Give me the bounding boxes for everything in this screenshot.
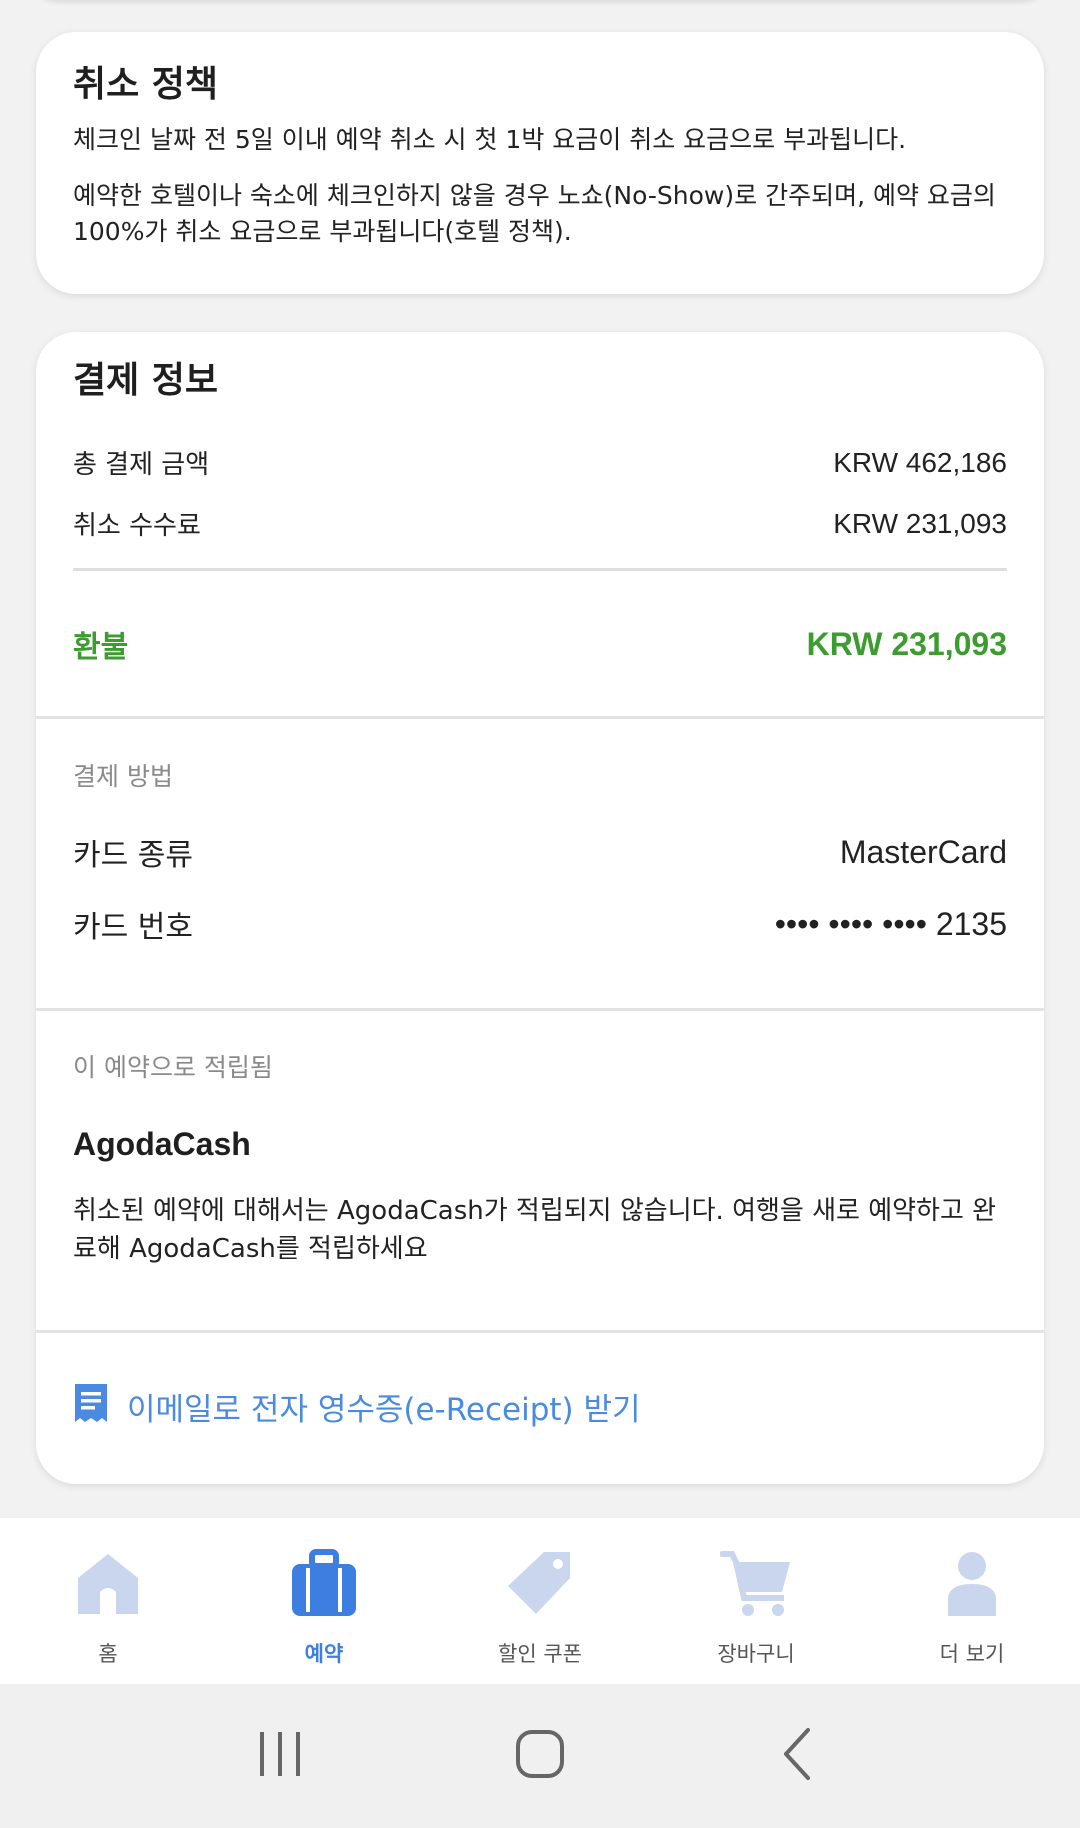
home-button[interactable] — [510, 1724, 570, 1788]
card-number-value: •••• •••• •••• 2135 — [774, 905, 1007, 942]
receipt-icon — [73, 1382, 109, 1430]
nav-item-home[interactable]: 홈 — [0, 1518, 216, 1684]
tag-icon — [504, 1548, 576, 1624]
total-payment-label: 총 결제 금액 — [73, 450, 210, 480]
payment-info-title: 결제 정보 — [73, 360, 219, 401]
system-navigation-bar — [0, 1684, 1080, 1828]
email-receipt-link[interactable]: 이메일로 전자 영수증(e-Receipt) 받기 — [73, 1382, 641, 1430]
nav-label-home: 홈 — [98, 1642, 118, 1666]
card-number-row: 카드 번호 •••• •••• •••• 2135 — [73, 902, 1007, 946]
nav-item-more[interactable]: 더 보기 — [864, 1518, 1080, 1684]
nav-label-coupons: 할인 쿠폰 — [498, 1642, 582, 1666]
section-divider — [36, 716, 1044, 719]
payment-method-section-label: 결제 방법 — [73, 762, 173, 791]
divider — [73, 568, 1007, 571]
cancellation-fee-label: 취소 수수료 — [73, 511, 201, 541]
suitcase-icon — [288, 1548, 360, 1624]
section-divider — [36, 1008, 1044, 1011]
bottom-navigation: 홈 예약 할인 쿠폰 장바구니 더 보기 — [0, 1518, 1080, 1684]
nav-item-bookings[interactable]: 예약 — [216, 1518, 432, 1684]
card-type-label: 카드 종류 — [73, 838, 193, 873]
home-icon — [72, 1548, 144, 1624]
cancellation-fee-value: KRW 231,093 — [833, 507, 1007, 539]
section-divider — [36, 1330, 1044, 1333]
policy-text-first-night: 체크인 날짜 전 5일 이내 예약 취소 시 첫 1박 요금이 취소 요금으로 … — [73, 125, 907, 154]
nav-item-cart[interactable]: 장바구니 — [648, 1518, 864, 1684]
back-button[interactable] — [770, 1724, 830, 1788]
agodacash-title: AgodaCash — [73, 1126, 251, 1162]
nav-label-more: 더 보기 — [939, 1642, 1005, 1666]
person-icon — [936, 1548, 1008, 1624]
refund-row: 환불 KRW 231,093 — [73, 622, 1007, 666]
total-payment-value: KRW 462,186 — [833, 446, 1007, 478]
earned-section-label: 이 예약으로 적립됨 — [73, 1053, 273, 1082]
nav-label-bookings: 예약 — [304, 1642, 344, 1666]
cart-icon — [719, 1548, 792, 1624]
policy-text-no-show: 예약한 호텔이나 숙소에 체크인하지 않을 경우 노쇼(No-Show)로 간주… — [73, 181, 996, 246]
total-payment-row: 총 결제 금액 KRW 462,186 — [73, 444, 1007, 481]
card-number-label: 카드 번호 — [73, 910, 193, 945]
card-type-row: 카드 종류 MasterCard — [73, 830, 1007, 874]
email-receipt-label: 이메일로 전자 영수증(e-Receipt) 받기 — [127, 1391, 641, 1428]
agodacash-description: 취소된 예약에 대해서는 AgodaCash가 적립되지 않습니다. 여행을 새… — [73, 1196, 997, 1264]
nav-label-cart: 장바구니 — [717, 1642, 795, 1666]
card-type-value: MasterCard — [839, 833, 1007, 870]
cancellation-policy-card: 취소 정책 체크인 날짜 전 5일 이내 예약 취소 시 첫 1박 요금이 취소… — [36, 32, 1044, 294]
cancellation-policy-title: 취소 정책 — [73, 64, 219, 105]
refund-label: 환불 — [73, 630, 129, 665]
nav-item-coupons[interactable]: 할인 쿠폰 — [432, 1518, 648, 1684]
refund-value: KRW 231,093 — [806, 625, 1007, 662]
recent-apps-button[interactable] — [250, 1724, 310, 1788]
payment-info-card: 결제 정보 총 결제 금액 KRW 462,186 취소 수수료 KRW 231… — [36, 332, 1044, 1484]
cancellation-fee-row: 취소 수수료 KRW 231,093 — [73, 505, 1007, 542]
